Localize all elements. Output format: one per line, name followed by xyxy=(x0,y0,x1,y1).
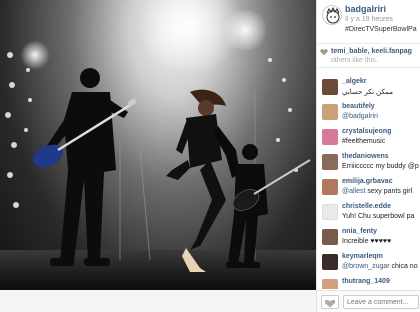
comment-text: Erriiiccccc my buddy @p xyxy=(342,163,419,170)
comment-mention[interactable]: @allest xyxy=(342,188,365,195)
commenter-avatar[interactable] xyxy=(322,204,338,220)
commenter-avatar[interactable] xyxy=(322,104,338,120)
author-avatar[interactable] xyxy=(322,5,342,25)
post-caption[interactable]: #DirecTVSuperBowlPa xyxy=(345,26,417,33)
comment-username[interactable]: beautifely xyxy=(342,103,375,110)
commenter-avatar[interactable] xyxy=(322,229,338,245)
avatar-icon xyxy=(326,6,340,24)
likers-list[interactable]: temi_bable, keeli.fanpag xyxy=(331,48,412,55)
heart-icon xyxy=(324,299,336,308)
comment-text-rest: chica no xyxy=(389,263,418,270)
comments-list: _algekr ممكن نكر حسابي beautifely @badga… xyxy=(317,75,420,289)
comment-username[interactable]: _algekr xyxy=(342,78,367,85)
post-sidebar: badgalriri Il y a 19 heures #DirecTVSupe… xyxy=(316,0,420,312)
performers-illustration xyxy=(5,52,311,272)
commenter-avatar[interactable] xyxy=(322,154,338,170)
photo-bottom-strip xyxy=(0,290,316,312)
comment-username[interactable]: keymarleqm xyxy=(342,253,383,260)
comment-text: #feelthemusic xyxy=(342,138,386,145)
heart-icon xyxy=(320,49,328,56)
likes-section: temi_bable, keeli.fanpag others like thi… xyxy=(317,44,420,68)
comment-text: @badgalriri xyxy=(342,113,378,120)
likes-others: others like this. xyxy=(331,57,378,64)
comment-text: ممكن نكر حسابي xyxy=(342,89,394,96)
comment-item: crystalsujeong #feelthemusic xyxy=(317,125,420,150)
comment-item: thedaniowens Erriiiccccc my buddy @p xyxy=(317,150,420,175)
comment-item: keymarleqm @brown_zugar chica no xyxy=(317,250,420,275)
comment-username[interactable]: crystalsujeong xyxy=(342,128,391,135)
comment-item: beautifely @badgalriri xyxy=(317,100,420,125)
comment-item: nnia_fenty Increible ♥♥♥♥♥ xyxy=(317,225,420,250)
comment-username[interactable]: emilija.grbavac xyxy=(342,178,393,185)
comment-item: thutrang_1409 xyxy=(317,275,420,289)
comment-text: Increible ♥♥♥♥♥ xyxy=(342,238,392,245)
comment-item: _algekr ممكن نكر حسابي xyxy=(317,75,420,100)
author-username[interactable]: badgalriri xyxy=(345,4,386,14)
comment-item: emilija.grbavac @allest sexy pants girl xyxy=(317,175,420,200)
comment-username[interactable]: nnia_fenty xyxy=(342,228,377,235)
commenter-avatar[interactable] xyxy=(322,279,338,289)
comment-mention[interactable]: @badgalriri xyxy=(342,113,378,120)
comment-item: christelle.edde Yuh! Chu superbowl pa xyxy=(317,200,420,225)
comment-mention[interactable]: @brown_zugar xyxy=(342,263,390,270)
comment-text-rest: sexy pants girl xyxy=(365,188,413,195)
comment-username[interactable]: thedaniowens xyxy=(342,153,389,160)
comment-text: @brown_zugar chica no xyxy=(342,263,418,270)
comment-text: Yuh! Chu superbowl pa xyxy=(342,213,415,220)
comment-footer xyxy=(317,290,420,312)
post-photo[interactable] xyxy=(0,0,316,290)
commenter-avatar[interactable] xyxy=(322,129,338,145)
like-button[interactable] xyxy=(321,295,339,309)
comment-username[interactable]: christelle.edde xyxy=(342,203,391,210)
comment-input[interactable] xyxy=(343,295,419,309)
commenter-avatar[interactable] xyxy=(322,254,338,270)
comment-text: @allest sexy pants girl xyxy=(342,188,412,195)
post-header: badgalriri Il y a 19 heures #DirecTVSupe… xyxy=(317,0,420,44)
commenter-avatar[interactable] xyxy=(322,179,338,195)
commenter-avatar[interactable] xyxy=(322,79,338,95)
post-time: Il y a 19 heures xyxy=(345,16,393,23)
comment-username[interactable]: thutrang_1409 xyxy=(342,278,390,285)
